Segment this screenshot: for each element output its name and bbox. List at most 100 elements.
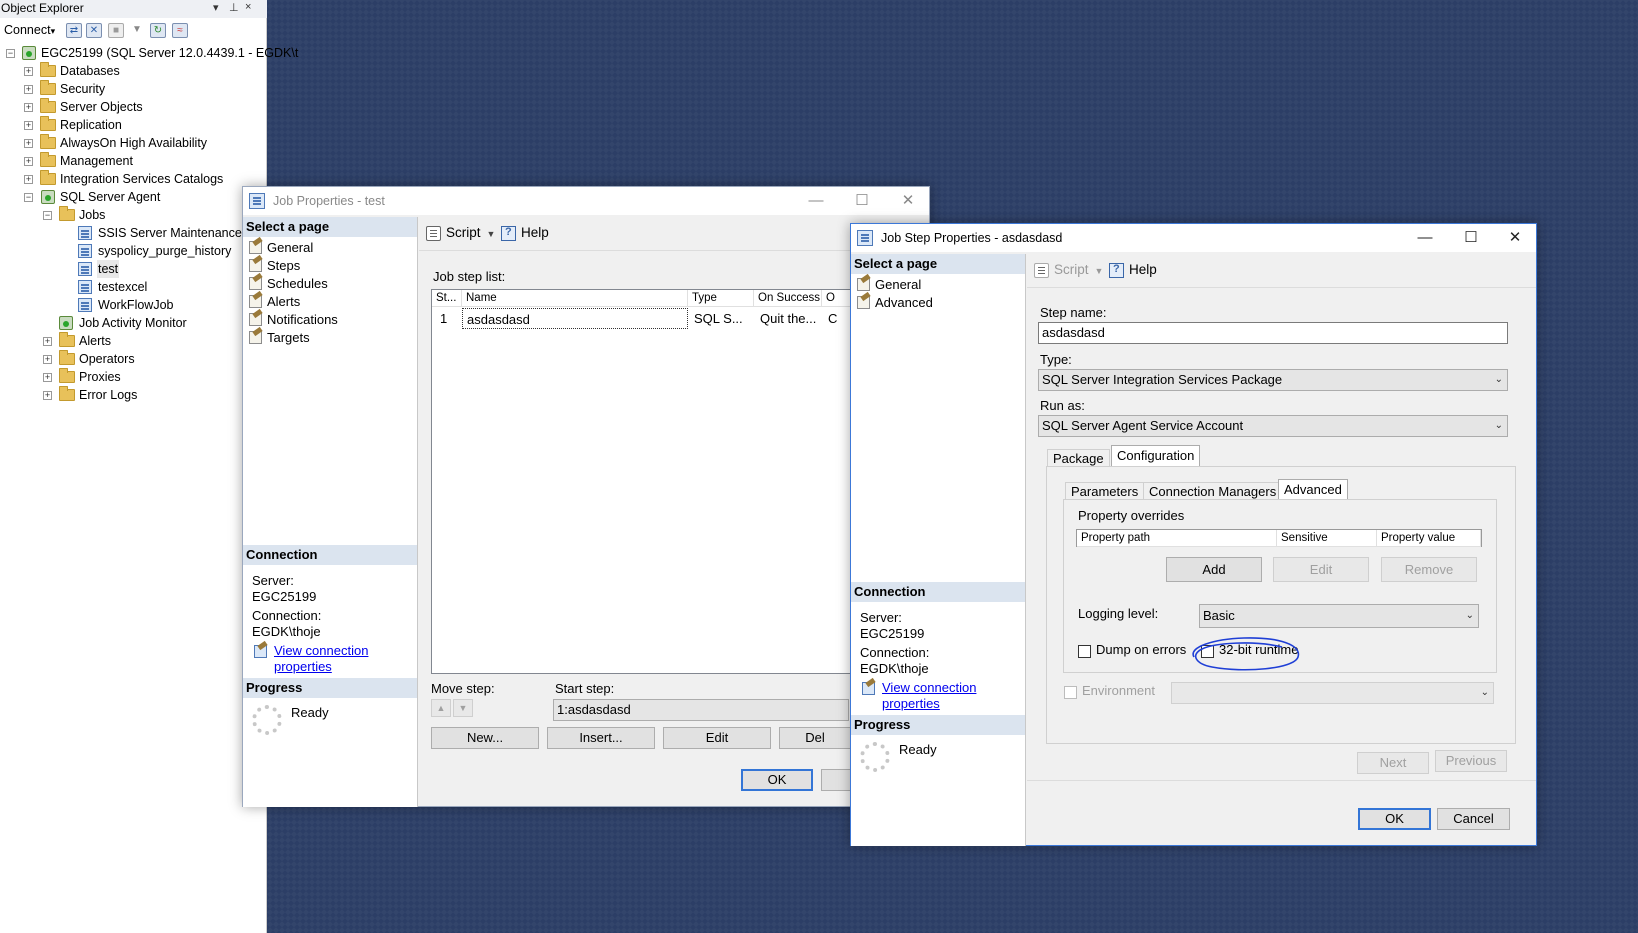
help-icon xyxy=(501,226,516,241)
ok-button[interactable]: OK xyxy=(1358,808,1431,830)
column-header-type[interactable]: Type xyxy=(688,290,754,307)
view-connection-link-cont[interactable]: properties xyxy=(274,659,332,674)
help-icon xyxy=(1109,263,1124,278)
connect-icon[interactable]: ⇄ xyxy=(66,23,82,38)
column-header-property-value[interactable]: Property value xyxy=(1377,530,1481,547)
page-steps[interactable]: Steps xyxy=(247,257,300,274)
chevron-down-icon: ⌄ xyxy=(1494,374,1503,385)
column-header-name[interactable]: Name xyxy=(462,290,688,307)
page-advanced[interactable]: Advanced xyxy=(855,294,933,311)
step-name-input[interactable]: asdasdasd xyxy=(1038,322,1508,344)
move-up-arrow-icon[interactable]: ▲ xyxy=(431,699,451,717)
expand-icon[interactable]: + xyxy=(43,337,52,346)
script-icon xyxy=(426,226,441,241)
collapse-icon[interactable]: − xyxy=(24,193,33,202)
page-notifications[interactable]: Notifications xyxy=(247,311,338,328)
expand-icon[interactable]: + xyxy=(24,139,33,148)
dropdown-caret-icon: ▼ xyxy=(486,229,496,239)
logging-level-select[interactable]: Basic ⌄ xyxy=(1199,604,1479,628)
pin-icon[interactable]: ⊥ xyxy=(229,1,239,14)
page-general[interactable]: General xyxy=(247,239,313,256)
column-header-on-success[interactable]: On Success xyxy=(754,290,822,307)
script-button[interactable]: Script ▼ xyxy=(426,225,496,241)
folder-icon xyxy=(40,98,56,113)
refresh-icon[interactable]: ↻ xyxy=(150,23,166,38)
object-explorer-toolbar: Connect▾ ⇄ ✕ ■ ▼ ↻ ≈ xyxy=(0,20,267,42)
expand-icon[interactable]: + xyxy=(43,355,52,364)
close-button[interactable]: ✕ xyxy=(886,187,930,215)
environment-select[interactable]: ⌄ xyxy=(1171,682,1494,704)
ok-button[interactable]: OK xyxy=(741,769,813,791)
maximize-button[interactable]: ☐ xyxy=(840,187,884,215)
column-header-on-failure[interactable]: O xyxy=(822,290,852,307)
expand-icon[interactable]: + xyxy=(24,85,33,94)
cancel-button-partial[interactable] xyxy=(821,769,851,791)
connect-button[interactable]: Connect▾ xyxy=(4,23,55,37)
remove-override-button[interactable]: Remove xyxy=(1381,557,1477,582)
job-properties-window: Job Properties - test — ☐ ✕ Select a pag… xyxy=(242,186,930,807)
view-connection-link[interactable]: View connection xyxy=(274,643,368,658)
expand-icon[interactable]: + xyxy=(24,103,33,112)
folder-icon xyxy=(40,170,56,185)
delete-step-button[interactable]: Del xyxy=(779,727,851,749)
column-header-property-path[interactable]: Property path xyxy=(1077,530,1277,547)
tab-configuration[interactable]: Configuration xyxy=(1111,445,1201,467)
stop-icon[interactable]: ■ xyxy=(108,23,124,38)
disconnect-icon[interactable]: ✕ xyxy=(86,23,102,38)
activity-monitor-icon[interactable]: ≈ xyxy=(172,23,188,38)
job-step-grid[interactable]: St... Name Type On Success O 1 asdasdasd… xyxy=(431,289,852,674)
move-down-arrow-icon[interactable]: ▼ xyxy=(453,699,473,717)
cancel-button[interactable]: Cancel xyxy=(1437,808,1510,830)
collapse-icon[interactable]: − xyxy=(6,49,15,58)
run-as-select[interactable]: SQL Server Agent Service Account ⌄ xyxy=(1038,415,1508,437)
previous-button[interactable]: Previous xyxy=(1435,750,1507,772)
column-header-step[interactable]: St... xyxy=(432,290,462,307)
environment-checkbox[interactable] xyxy=(1064,686,1077,699)
tab-advanced[interactable]: Advanced xyxy=(1278,479,1348,500)
add-override-button[interactable]: Add xyxy=(1166,557,1262,582)
start-step-select[interactable]: 1:asdasdasd xyxy=(553,699,849,721)
view-connection-link[interactable]: View connection xyxy=(882,680,976,695)
page-schedules[interactable]: Schedules xyxy=(247,275,328,292)
page-general[interactable]: General xyxy=(855,276,921,293)
expand-icon[interactable]: + xyxy=(43,373,52,382)
server-label: Server: xyxy=(860,610,902,625)
table-row[interactable]: 1 asdasdasd SQL S... Quit the... C xyxy=(432,308,850,329)
minimize-button[interactable]: — xyxy=(794,187,838,215)
help-button[interactable]: Help xyxy=(501,225,549,241)
new-step-button[interactable]: New... xyxy=(431,727,539,749)
close-icon[interactable]: × xyxy=(245,1,251,13)
page-alerts[interactable]: Alerts xyxy=(247,293,300,310)
expand-icon[interactable]: + xyxy=(24,121,33,130)
cell-name: asdasdasd xyxy=(462,308,688,329)
property-overrides-grid[interactable]: Property path Sensitive Property value xyxy=(1076,529,1482,547)
expand-icon[interactable]: + xyxy=(24,175,33,184)
pane-options-icon[interactable]: ▾ xyxy=(213,1,219,14)
script-button[interactable]: Script ▼ xyxy=(1034,262,1103,278)
maximize-button[interactable]: ☐ xyxy=(1449,224,1493,252)
expand-icon[interactable]: + xyxy=(24,157,33,166)
insert-step-button[interactable]: Insert... xyxy=(547,727,655,749)
dump-on-errors-checkbox[interactable] xyxy=(1078,645,1091,658)
column-header-sensitive[interactable]: Sensitive xyxy=(1277,530,1377,547)
connection-header: Connection xyxy=(243,545,417,565)
page-targets[interactable]: Targets xyxy=(247,329,310,346)
connection-header: Connection xyxy=(851,582,1025,602)
filter-icon[interactable]: ▼ xyxy=(129,23,145,38)
type-select[interactable]: SQL Server Integration Services Package ⌄ xyxy=(1038,369,1508,391)
next-button[interactable]: Next xyxy=(1357,752,1429,774)
edit-step-button[interactable]: Edit xyxy=(663,727,771,749)
server-value: EGC25199 xyxy=(252,589,317,604)
edit-override-button[interactable]: Edit xyxy=(1273,557,1369,582)
expand-icon[interactable]: + xyxy=(43,391,52,400)
collapse-icon[interactable]: − xyxy=(43,211,52,220)
expand-icon[interactable]: + xyxy=(24,67,33,76)
help-button[interactable]: Help xyxy=(1109,262,1157,278)
tree-node-server[interactable]: − EGC25199 (SQL Server 12.0.4439.1 - EGD… xyxy=(0,44,298,62)
close-button[interactable]: ✕ xyxy=(1493,224,1537,252)
page-icon xyxy=(857,278,870,291)
tree-node-job[interactable]: SSIS Server Maintenance Jo xyxy=(0,224,267,242)
connection-properties-icon xyxy=(862,682,875,695)
view-connection-link-cont[interactable]: properties xyxy=(882,696,940,711)
minimize-button[interactable]: — xyxy=(1403,224,1447,252)
